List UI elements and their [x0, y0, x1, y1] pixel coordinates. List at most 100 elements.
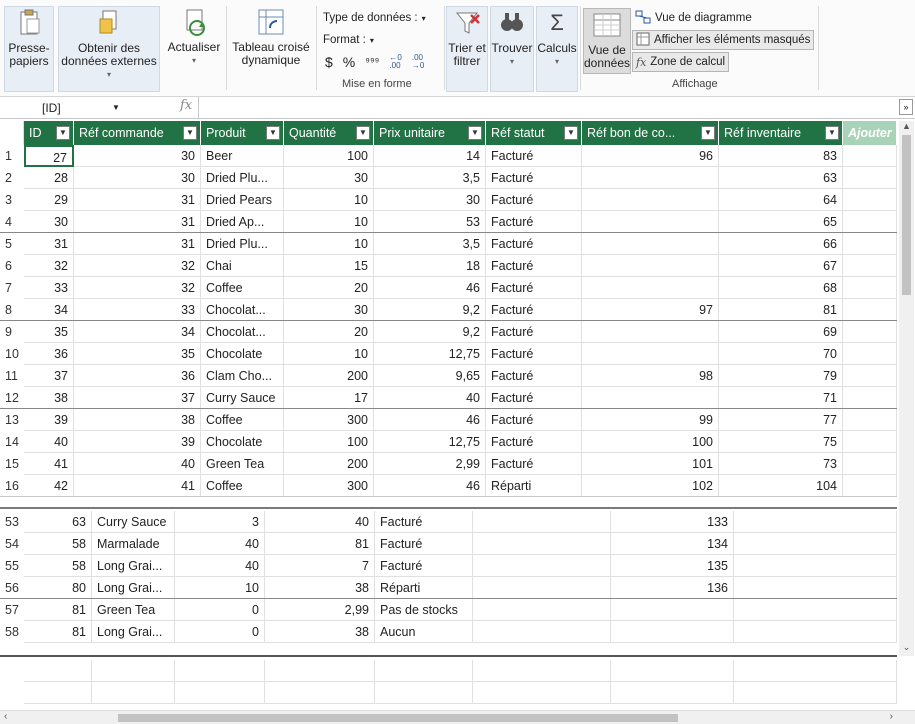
table-cell[interactable]: 37	[24, 365, 74, 387]
table-cell[interactable]: 10	[284, 343, 374, 365]
table-cell[interactable]: 31	[74, 211, 201, 233]
row-number[interactable]: 2	[0, 167, 24, 189]
add-column-cell[interactable]	[843, 343, 897, 365]
table-cell[interactable]: Facturé	[375, 555, 473, 577]
scroll-left-icon[interactable]: ‹	[4, 711, 7, 722]
row-number[interactable]: 10	[0, 343, 24, 365]
table-cell[interactable]: Facturé	[486, 189, 582, 211]
table-cell[interactable]: 9,2	[374, 299, 486, 321]
table-cell[interactable]: 32	[74, 277, 201, 299]
table-cell[interactable]: Facturé	[486, 233, 582, 255]
calc-area-cell[interactable]	[175, 682, 265, 704]
row-number[interactable]: 7	[0, 277, 24, 299]
table-cell[interactable]: 83	[719, 145, 843, 167]
filter-dropdown-icon[interactable]: ▼	[356, 126, 370, 140]
table-cell[interactable]: 102	[582, 475, 719, 497]
table-cell[interactable]: Facturé	[486, 299, 582, 321]
pivot-table-button[interactable]: Tableau croisé dynamique	[230, 6, 312, 67]
table-cell[interactable]: Facturé	[486, 365, 582, 387]
table-cell[interactable]: Facturé	[375, 533, 473, 555]
table-cell[interactable]: 39	[24, 409, 74, 431]
table-cell[interactable]: 37	[74, 387, 201, 409]
table-cell[interactable]: Facturé	[486, 277, 582, 299]
row-number[interactable]: 8	[0, 299, 24, 321]
table-cell[interactable]: Dried Plu...	[201, 167, 284, 189]
col-header-po-ref[interactable]: Réf bon de co... ▼	[582, 121, 719, 145]
table-cell[interactable]: Chocolat...	[201, 299, 284, 321]
table-cell[interactable]: Chai	[201, 255, 284, 277]
formula-input[interactable]	[198, 97, 893, 118]
table-cell[interactable]: 81	[24, 621, 92, 643]
filter-dropdown-icon[interactable]: ▼	[468, 126, 482, 140]
add-column-cell[interactable]	[734, 599, 897, 621]
table-cell[interactable]: Facturé	[375, 511, 473, 533]
calc-area-cell[interactable]	[24, 660, 92, 682]
table-cell[interactable]	[582, 343, 719, 365]
show-hidden-button[interactable]: Afficher les éléments masqués	[632, 30, 815, 50]
add-column-cell[interactable]	[734, 511, 897, 533]
table-cell[interactable]: 30	[284, 299, 374, 321]
add-column-cell[interactable]	[843, 365, 897, 387]
table-cell[interactable]	[611, 599, 734, 621]
select-all-corner[interactable]	[0, 121, 24, 145]
horizontal-scrollbar[interactable]: ‹ ›	[0, 710, 915, 724]
table-cell[interactable]: Réparti	[375, 577, 473, 599]
table-cell[interactable]: 31	[74, 189, 201, 211]
table-cell[interactable]: 46	[374, 475, 486, 497]
table-cell[interactable]: 3,5	[374, 167, 486, 189]
add-column-cell[interactable]	[843, 431, 897, 453]
table-cell[interactable]: 2,99	[374, 453, 486, 475]
table-cell[interactable]	[582, 189, 719, 211]
table-cell[interactable]: 58	[24, 533, 92, 555]
scroll-down-icon[interactable]: ⌄	[899, 642, 914, 656]
table-cell[interactable]: 2,99	[265, 599, 375, 621]
table-cell[interactable]: 300	[284, 409, 374, 431]
col-header-order-ref[interactable]: Réf commande ▼	[74, 121, 201, 145]
table-cell[interactable]: 97	[582, 299, 719, 321]
table-cell[interactable]: 40	[74, 453, 201, 475]
table-cell[interactable]: 53	[374, 211, 486, 233]
table-cell[interactable]: 63	[24, 511, 92, 533]
increase-decimal-button[interactable]: ←0 .00	[389, 54, 401, 70]
calc-area-cell[interactable]	[473, 682, 611, 704]
table-cell[interactable]	[473, 511, 611, 533]
table-cell[interactable]: 104	[719, 475, 843, 497]
table-cell[interactable]: Beer	[201, 145, 284, 167]
table-cell[interactable]: 40	[175, 555, 265, 577]
calc-area-cell[interactable]	[734, 682, 897, 704]
table-cell[interactable]	[473, 599, 611, 621]
table-cell[interactable]: 136	[611, 577, 734, 599]
table-cell[interactable]: 7	[265, 555, 375, 577]
calc-area-cell[interactable]	[24, 682, 92, 704]
table-cell[interactable]: 40	[175, 533, 265, 555]
row-number[interactable]: 3	[0, 189, 24, 211]
table-cell[interactable]: 40	[374, 387, 486, 409]
calc-area-cell[interactable]	[92, 660, 175, 682]
table-cell[interactable]: Coffee	[201, 277, 284, 299]
table-cell[interactable]: 35	[74, 343, 201, 365]
calc-area-cell[interactable]	[611, 660, 734, 682]
table-cell[interactable]: 35	[24, 321, 74, 343]
row-number[interactable]: 15	[0, 453, 24, 475]
table-cell[interactable]: 39	[74, 431, 201, 453]
filter-dropdown-icon[interactable]: ▼	[564, 126, 578, 140]
table-cell[interactable]: 46	[374, 277, 486, 299]
table-cell[interactable]: 71	[719, 387, 843, 409]
row-number[interactable]: 14	[0, 431, 24, 453]
table-cell[interactable]	[611, 621, 734, 643]
table-cell[interactable]: Curry Sauce	[92, 511, 175, 533]
table-cell[interactable]: Facturé	[486, 255, 582, 277]
col-header-inventory-ref[interactable]: Réf inventaire ▼	[719, 121, 843, 145]
add-column-cell[interactable]	[843, 145, 897, 167]
table-cell[interactable]: 98	[582, 365, 719, 387]
table-cell[interactable]: Facturé	[486, 211, 582, 233]
add-column-cell[interactable]	[843, 189, 897, 211]
scroll-right-icon[interactable]: ›	[890, 711, 893, 722]
add-column-cell[interactable]	[734, 555, 897, 577]
add-column-cell[interactable]	[843, 233, 897, 255]
add-column-cell[interactable]	[734, 577, 897, 599]
row-number[interactable]: 4	[0, 211, 24, 233]
filter-dropdown-icon[interactable]: ▼	[183, 126, 197, 140]
table-cell[interactable]: Facturé	[486, 321, 582, 343]
table-cell[interactable]: 64	[719, 189, 843, 211]
